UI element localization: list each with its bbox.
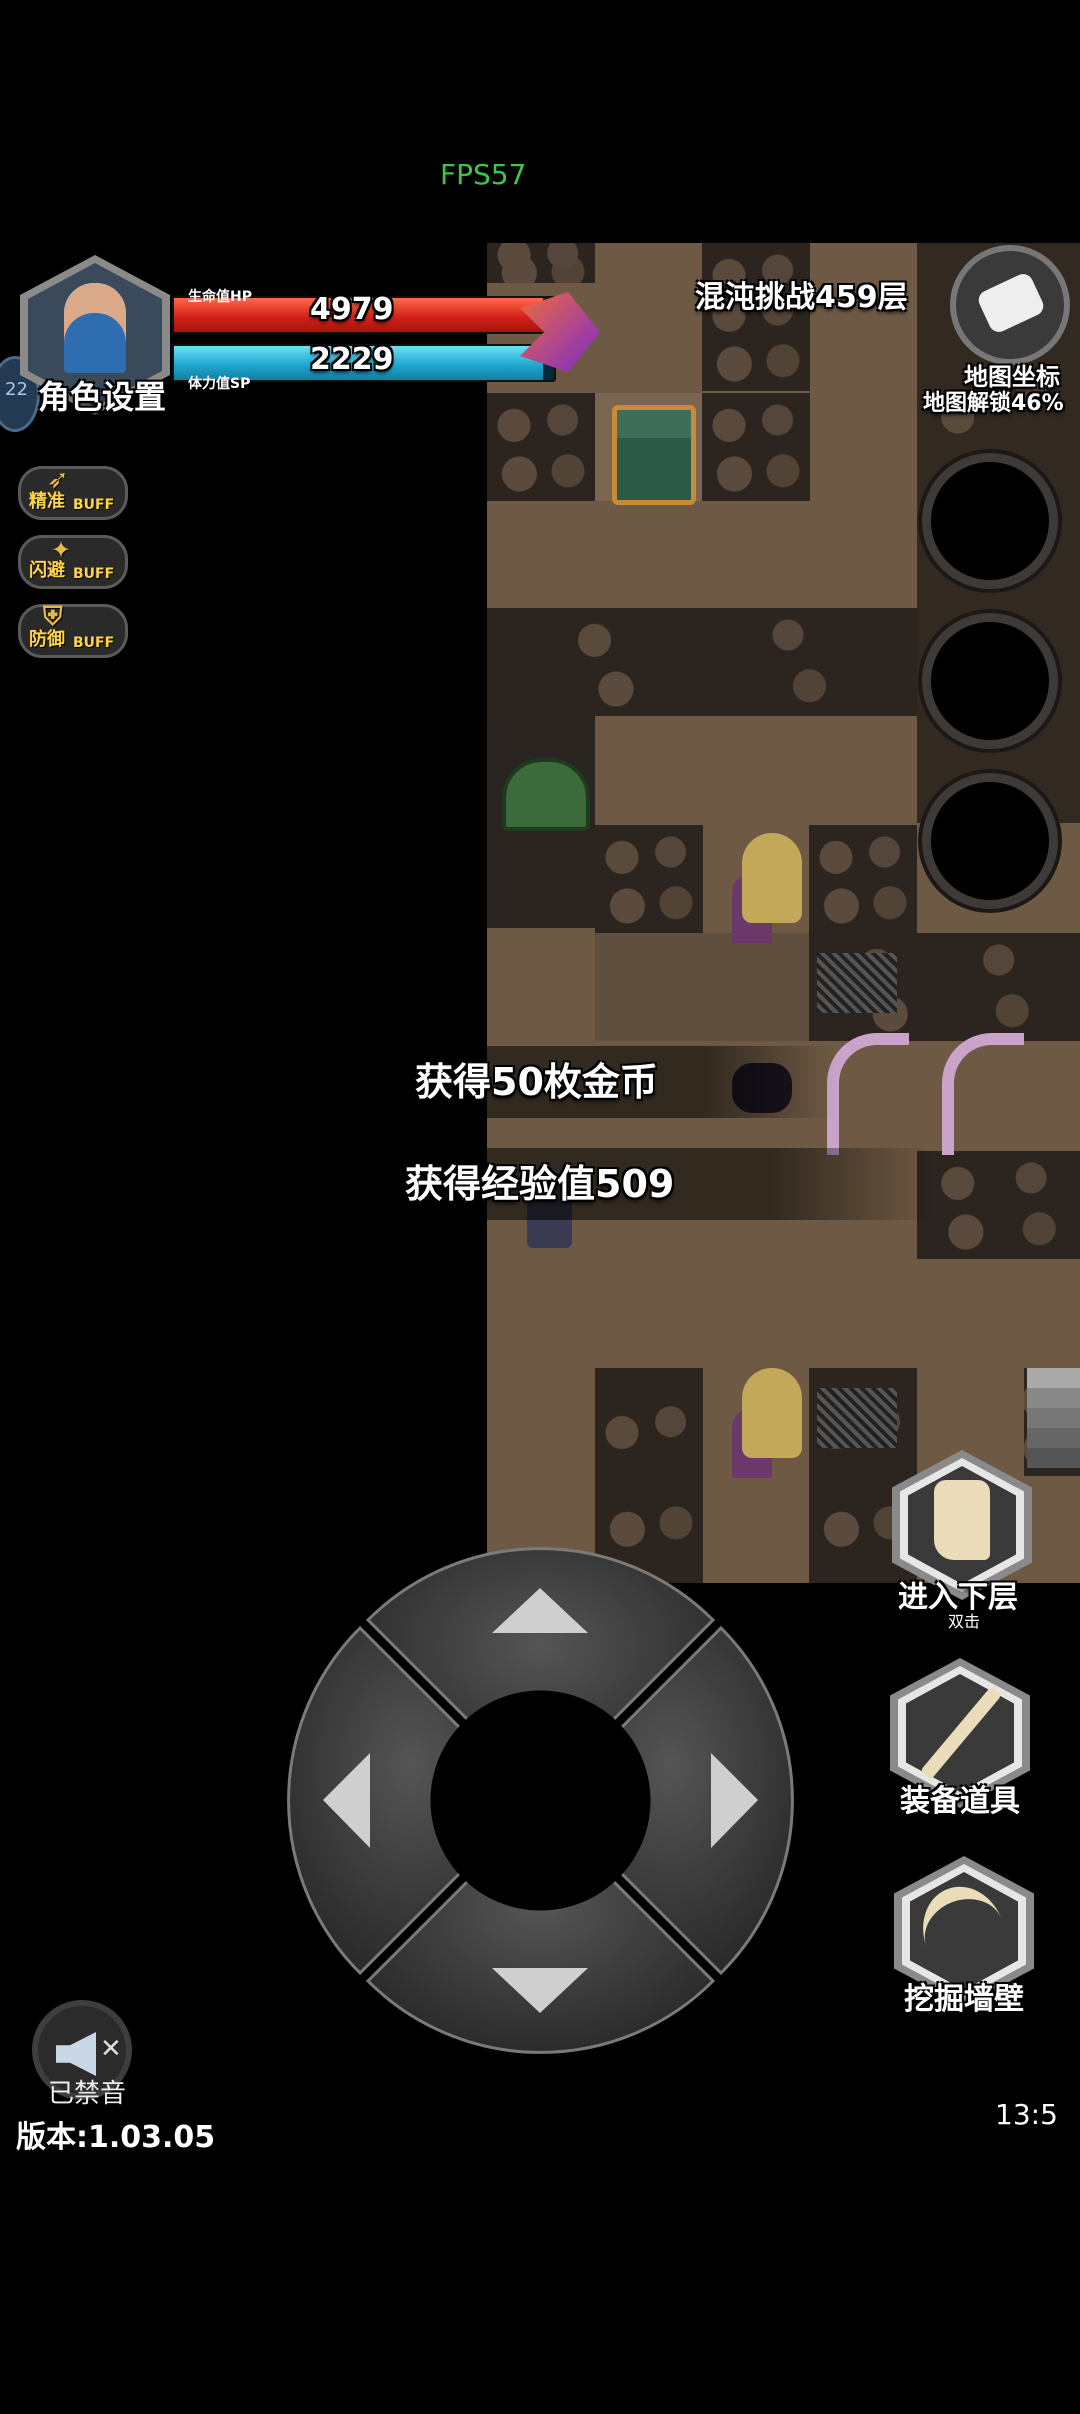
dpad — [268, 1528, 813, 2073]
buff-defense-label: 防御 — [29, 629, 65, 650]
scroll-map-icon — [950, 245, 1070, 365]
clock-label: 13:5 — [995, 2098, 1058, 2131]
mute-label: 已禁音 — [48, 2079, 127, 2109]
buff-accuracy-label: 精准 — [29, 491, 65, 512]
pit-hole — [922, 773, 1058, 909]
hp-value: 4979 — [310, 292, 394, 327]
goblin-enemy-icon[interactable] — [742, 1368, 802, 1458]
crate-icon — [817, 953, 897, 1013]
hp-label: 生命值HP — [188, 289, 252, 305]
exp-reward-message: 获得经验值509 — [385, 1148, 935, 1220]
buff-defense-tag: BUFF — [73, 635, 115, 651]
tentacle-monster-icon[interactable] — [942, 1033, 1024, 1155]
stairs-icon[interactable] — [1027, 1368, 1080, 1468]
floor-title: 混沌挑战459层 — [695, 280, 908, 315]
shrine-icon — [502, 758, 590, 831]
crate-icon — [817, 1388, 897, 1448]
gold-reward-message: 获得50枚金币 — [395, 1046, 835, 1118]
buff-evasion-label: 闪避 — [29, 560, 65, 581]
equipment-label: 装备道具 — [900, 1784, 1020, 1819]
buff-evasion[interactable]: ✦ 闪避 BUFF — [18, 535, 128, 589]
treasure-chest-icon[interactable] — [612, 405, 696, 505]
goblin-enemy-icon[interactable] — [742, 833, 802, 923]
dungeon-map[interactable] — [487, 243, 1080, 1583]
buff-accuracy[interactable]: ➶ 精准 BUFF — [18, 465, 128, 520]
sp-label: 体力值SP — [188, 376, 251, 392]
speaker-muted-icon — [56, 2032, 96, 2076]
pit-hole — [922, 613, 1058, 749]
dig-wall-label: 挖掘墙壁 — [904, 1982, 1024, 2017]
boot-icon — [934, 1480, 990, 1560]
map-coordinate-button[interactable]: 地图坐标 地图解锁46% — [923, 245, 1080, 416]
buff-defense[interactable]: ⛨ 防御 BUFF — [18, 602, 128, 658]
tentacle-monster-icon[interactable] — [827, 1033, 909, 1155]
version-label: 版本:1.03.05 — [16, 2120, 216, 2155]
character-settings-label[interactable]: 角色设置 — [38, 372, 166, 418]
sp-value: 2229 — [310, 342, 394, 377]
fps-counter: FPS57 — [440, 158, 527, 191]
buff-accuracy-tag: BUFF — [73, 497, 115, 513]
buff-evasion-tag: BUFF — [73, 566, 115, 582]
pit-hole — [922, 453, 1058, 589]
map-unlock-progress: 地图解锁46% — [923, 391, 1064, 416]
mute-x-icon: ✕ — [100, 2034, 122, 2064]
next-floor-hint: 双击 — [948, 1612, 981, 1631]
hero-portrait-icon — [64, 283, 126, 373]
